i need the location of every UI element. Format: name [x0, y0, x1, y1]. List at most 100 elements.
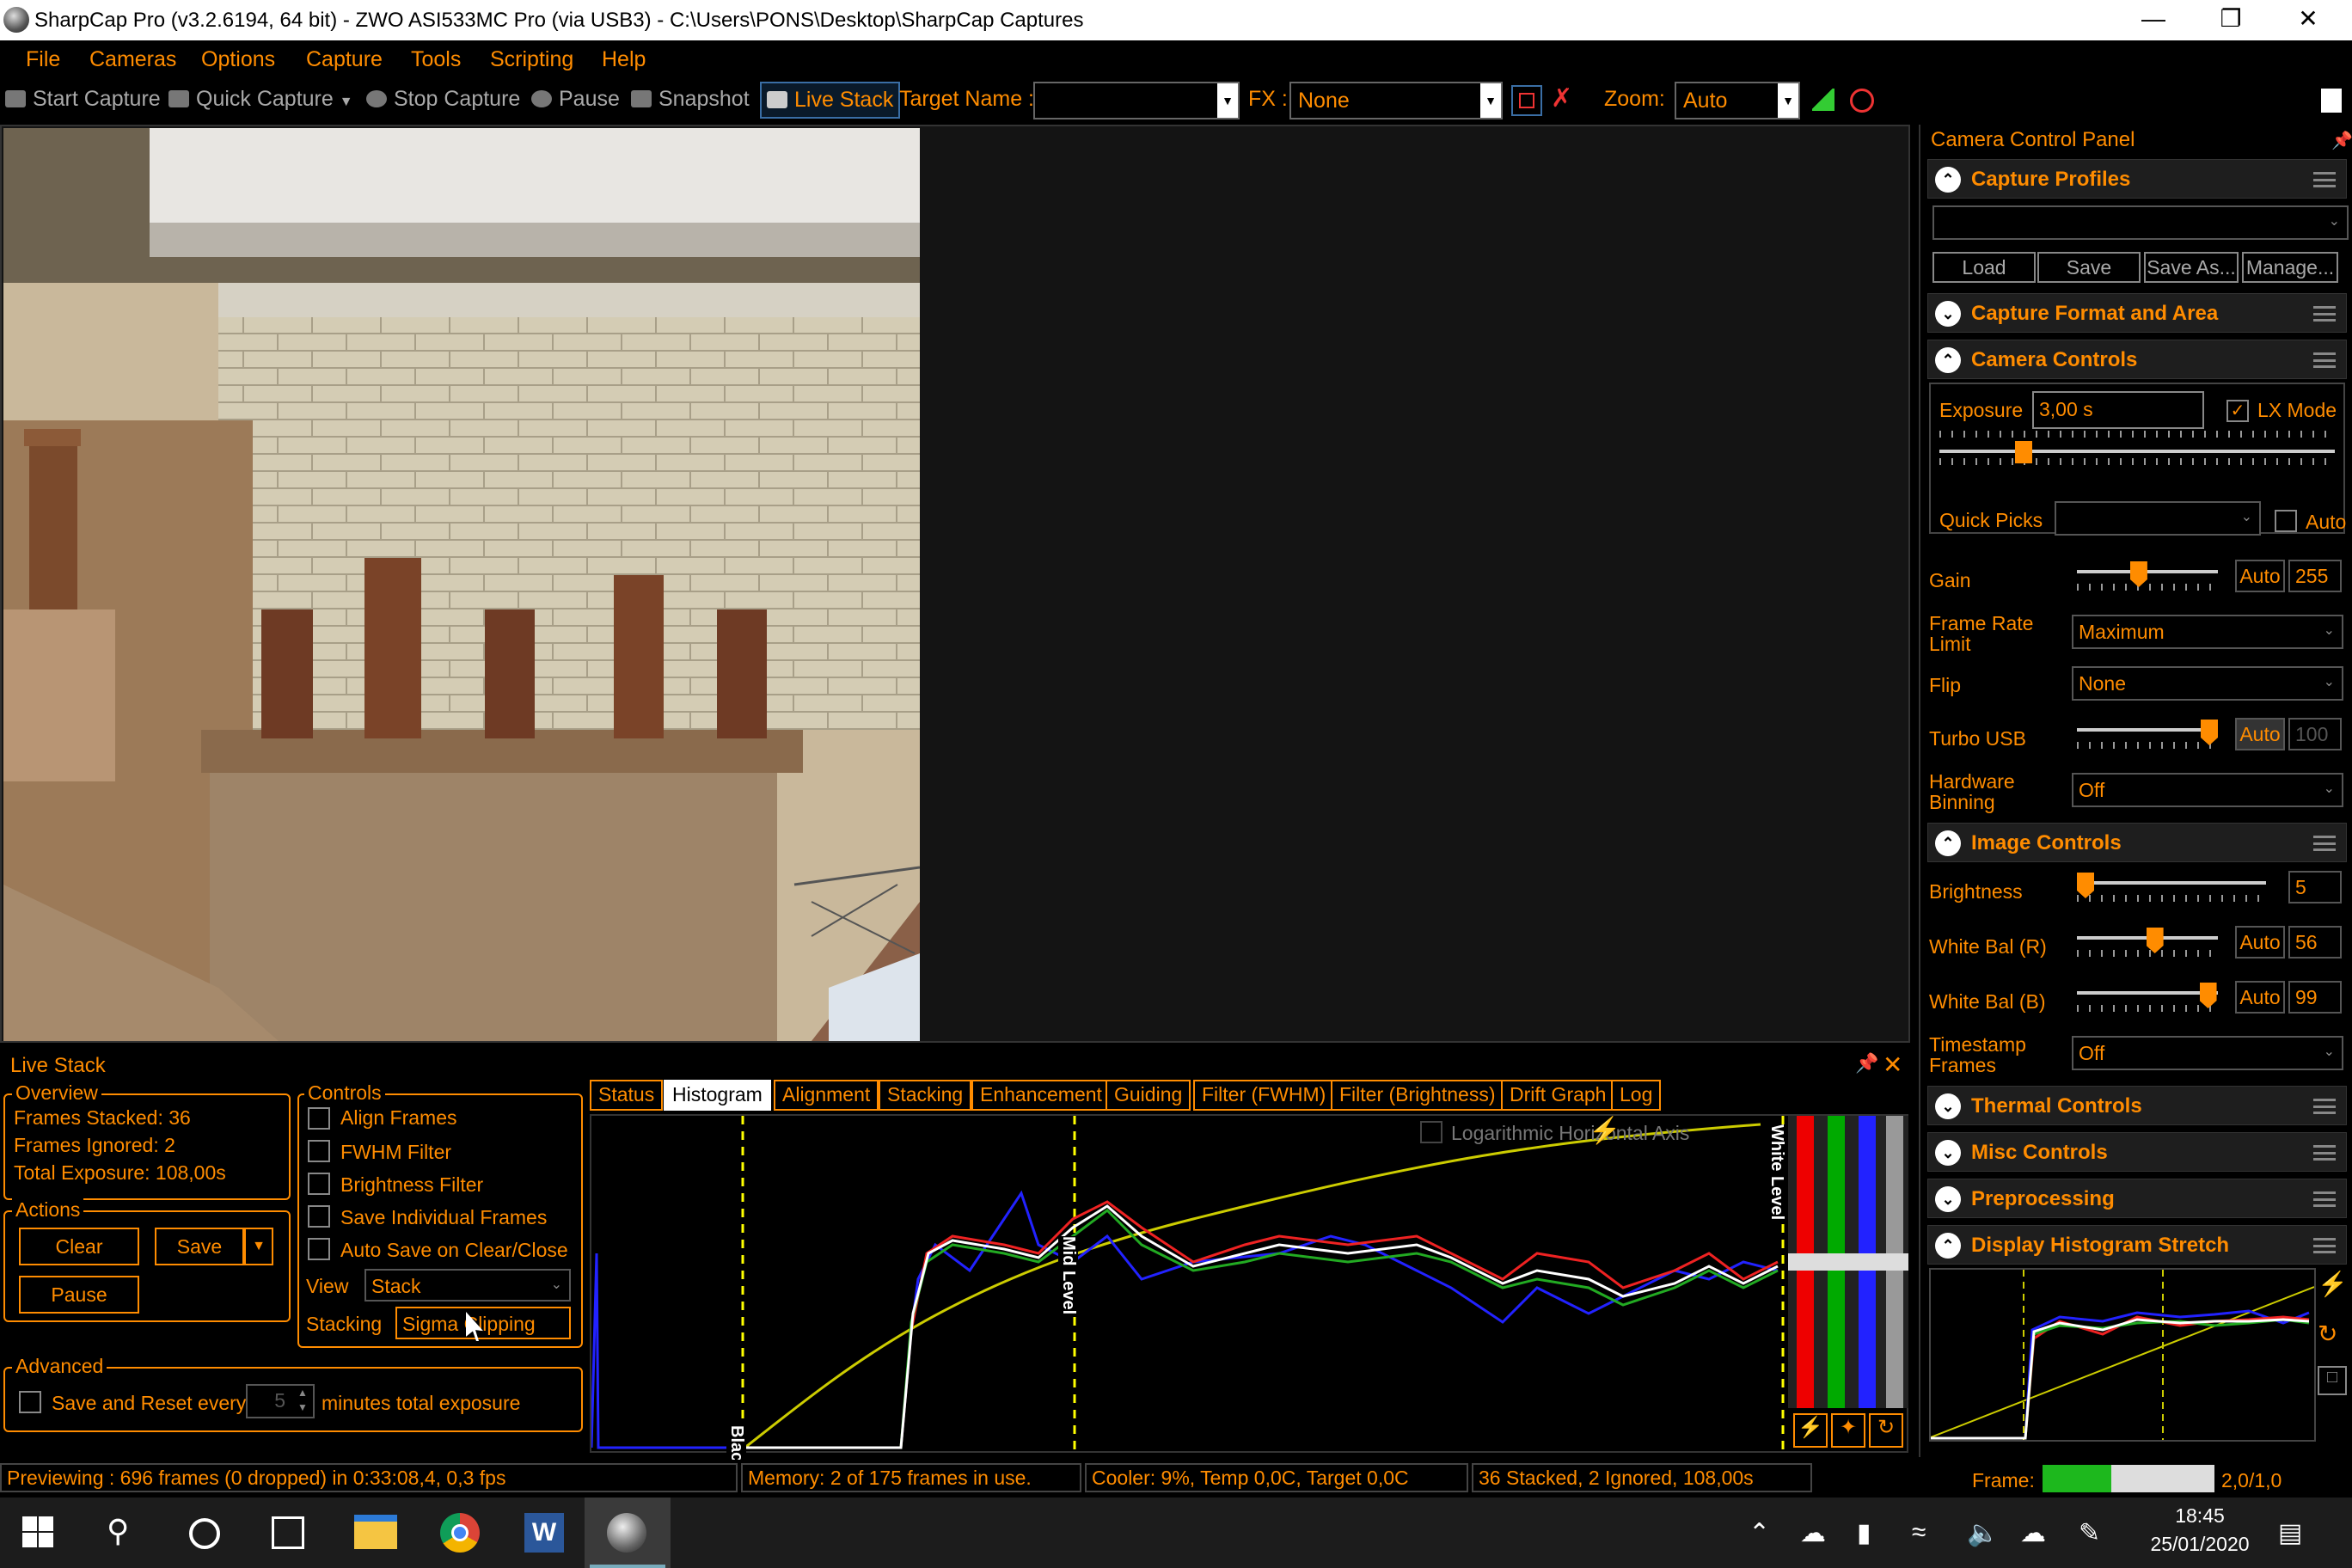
stack-histogram[interactable]: Logarithmic Horizontal Axis ⚡ Black Leve…	[590, 1114, 1908, 1521]
gain-value[interactable]: 255	[2288, 560, 2342, 592]
turbo-auto-button[interactable]: Auto	[2235, 718, 2285, 750]
view-select[interactable]: Stack ⌄	[364, 1269, 571, 1302]
menu-icon[interactable]	[2313, 1238, 2336, 1253]
wb-red-value[interactable]: 56	[2288, 926, 2342, 959]
sharpcap-taskbar-button[interactable]	[585, 1498, 671, 1568]
stacking-select[interactable]: Sigma Clipping	[395, 1307, 571, 1339]
tab-log[interactable]: Log	[1611, 1080, 1662, 1111]
menu-icon[interactable]	[2313, 1099, 2336, 1114]
tab-drift-graph[interactable]: Drift Graph	[1501, 1080, 1615, 1111]
chevron-down-icon[interactable]: ⌄	[1935, 1186, 1961, 1212]
task-view-icon[interactable]	[272, 1516, 304, 1549]
lightning-icon[interactable]: ⚡	[2318, 1270, 2348, 1299]
align-frames-checkbox[interactable]	[308, 1107, 330, 1130]
brightness-filter-checkbox[interactable]	[308, 1173, 330, 1195]
search-icon[interactable]: ⚲	[107, 1513, 146, 1553]
cross-out-icon[interactable]: ✗	[1551, 86, 1577, 113]
close-icon[interactable]: ✕	[1883, 1050, 1902, 1079]
quick-picks-select[interactable]: ⌄	[2055, 501, 2261, 536]
action-center-icon[interactable]: ▤	[2278, 1518, 2302, 1548]
capture-profiles-header[interactable]: ⌃ Capture Profiles	[1927, 159, 2347, 199]
frame-rate-select[interactable]: Maximum ⌄	[2072, 615, 2343, 649]
menu-icon[interactable]	[2313, 1145, 2336, 1161]
chevron-up-icon[interactable]: ⌃	[1935, 830, 1961, 856]
exposure-field[interactable]: 3,00 s	[2032, 391, 2204, 429]
save-dropdown-icon[interactable]: ▼	[244, 1228, 273, 1265]
gain-auto-button[interactable]: Auto	[2235, 560, 2285, 592]
pin-icon[interactable]: 📌	[1855, 1052, 1878, 1075]
wb-red-auto-button[interactable]: Auto	[2235, 926, 2285, 959]
profile-select[interactable]: ⌄	[1932, 205, 2349, 240]
save-reset-checkbox[interactable]	[19, 1391, 41, 1413]
menu-capture[interactable]: Capture	[306, 47, 383, 72]
clock[interactable]: 18:45 25/01/2020	[2135, 1504, 2264, 1556]
reset-icon[interactable]: ↻	[2318, 1320, 2347, 1349]
close-icon[interactable]: ✕	[2269, 0, 2347, 40]
chevron-down-icon[interactable]: ⌄	[1935, 1140, 1961, 1166]
reticle-icon[interactable]	[1511, 85, 1542, 116]
tab-status[interactable]: Status	[590, 1080, 664, 1111]
file-explorer-icon[interactable]	[354, 1515, 397, 1549]
menu-icon[interactable]	[2313, 836, 2336, 851]
pause-stack-button[interactable]: Pause	[19, 1276, 139, 1314]
gain-slider[interactable]	[2077, 561, 2218, 596]
chevron-down-icon[interactable]: ⌄	[1935, 1093, 1961, 1119]
exposure-slider[interactable]	[1939, 431, 2335, 469]
pin-icon[interactable]: 📌	[2331, 130, 2352, 151]
image-controls-header[interactable]: ⌃ Image Controls	[1927, 823, 2347, 862]
wifi-icon[interactable]: ≈	[1912, 1518, 1926, 1547]
cortana-icon[interactable]	[189, 1518, 220, 1549]
menu-cameras[interactable]: Cameras	[89, 47, 176, 72]
focus-assist-icon[interactable]	[1850, 89, 1874, 113]
menu-icon[interactable]	[2313, 1191, 2336, 1207]
tab-histogram[interactable]: Histogram	[664, 1080, 771, 1111]
lightning-icon[interactable]: ⚡	[1793, 1413, 1828, 1448]
save-button[interactable]: Save	[155, 1228, 244, 1265]
tab-alignment[interactable]: Alignment	[774, 1080, 879, 1111]
onedrive-icon[interactable]: ☁	[1800, 1518, 1826, 1548]
fx-select[interactable]: None ▼	[1289, 82, 1503, 119]
tab-enhancement[interactable]: Enhancement	[971, 1080, 1111, 1111]
volume-icon[interactable]: 🔈	[1967, 1518, 1999, 1548]
profile-load-button[interactable]: Load	[1932, 252, 2036, 283]
start-capture-button[interactable]: Start Capture	[5, 87, 161, 112]
chevron-down-icon[interactable]: ▼	[1480, 83, 1501, 118]
battery-icon[interactable]: ▮	[1857, 1518, 1871, 1548]
chrome-icon[interactable]	[440, 1513, 480, 1553]
quick-capture-button[interactable]: Quick Capture ▼	[168, 87, 353, 112]
reset-icon[interactable]: ↻	[1869, 1413, 1903, 1448]
minimize-icon[interactable]: —	[2115, 0, 2192, 40]
chevron-down-icon[interactable]: ▼	[1778, 83, 1798, 118]
snapshot-button[interactable]: Snapshot	[631, 87, 750, 112]
preview-area[interactable]	[0, 125, 1910, 1043]
profile-save-as-button[interactable]: Save As...	[2144, 252, 2239, 283]
stop-capture-button[interactable]: Stop Capture	[366, 87, 520, 112]
brightness-slider[interactable]	[2077, 873, 2266, 907]
star-icon[interactable]: ✦	[1831, 1413, 1865, 1448]
wb-blue-slider[interactable]	[2077, 983, 2218, 1017]
auto-save-checkbox[interactable]	[308, 1238, 330, 1260]
thermal-controls-header[interactable]: ⌄ Thermal Controls	[1927, 1086, 2347, 1125]
menu-options[interactable]: Options	[201, 47, 275, 72]
chevron-up-icon[interactable]: ⌃	[1935, 1233, 1961, 1259]
pen-icon[interactable]: ✎	[2079, 1518, 2100, 1548]
pause-button[interactable]: Pause	[531, 87, 620, 112]
hardware-binning-select[interactable]: Off ⌄	[2072, 773, 2343, 807]
chevron-up-icon[interactable]: ⌃	[1935, 347, 1961, 373]
restore-icon[interactable]: ❐	[2192, 0, 2269, 40]
log-axis-checkbox[interactable]	[1420, 1121, 1442, 1143]
stretch-histogram[interactable]	[1929, 1268, 2316, 1442]
target-name-input[interactable]: ▼	[1033, 82, 1240, 119]
display-stretch-header[interactable]: ⌃ Display Histogram Stretch	[1927, 1225, 2347, 1265]
cloud-upload-icon[interactable]: ☁	[2020, 1518, 2046, 1548]
flip-select[interactable]: None ⌄	[2072, 666, 2343, 701]
windows-start-icon[interactable]	[22, 1516, 53, 1547]
chevron-down-icon[interactable]: ⌄	[1935, 301, 1961, 327]
menu-icon[interactable]	[2313, 172, 2336, 187]
fwhm-filter-checkbox[interactable]	[308, 1140, 330, 1162]
clear-button[interactable]: Clear	[19, 1228, 139, 1265]
histogram-icon[interactable]	[1812, 89, 1834, 111]
channel-slider-handle[interactable]	[1788, 1253, 1908, 1271]
brightness-value[interactable]: 5	[2288, 871, 2342, 903]
menu-scripting[interactable]: Scripting	[490, 47, 573, 72]
